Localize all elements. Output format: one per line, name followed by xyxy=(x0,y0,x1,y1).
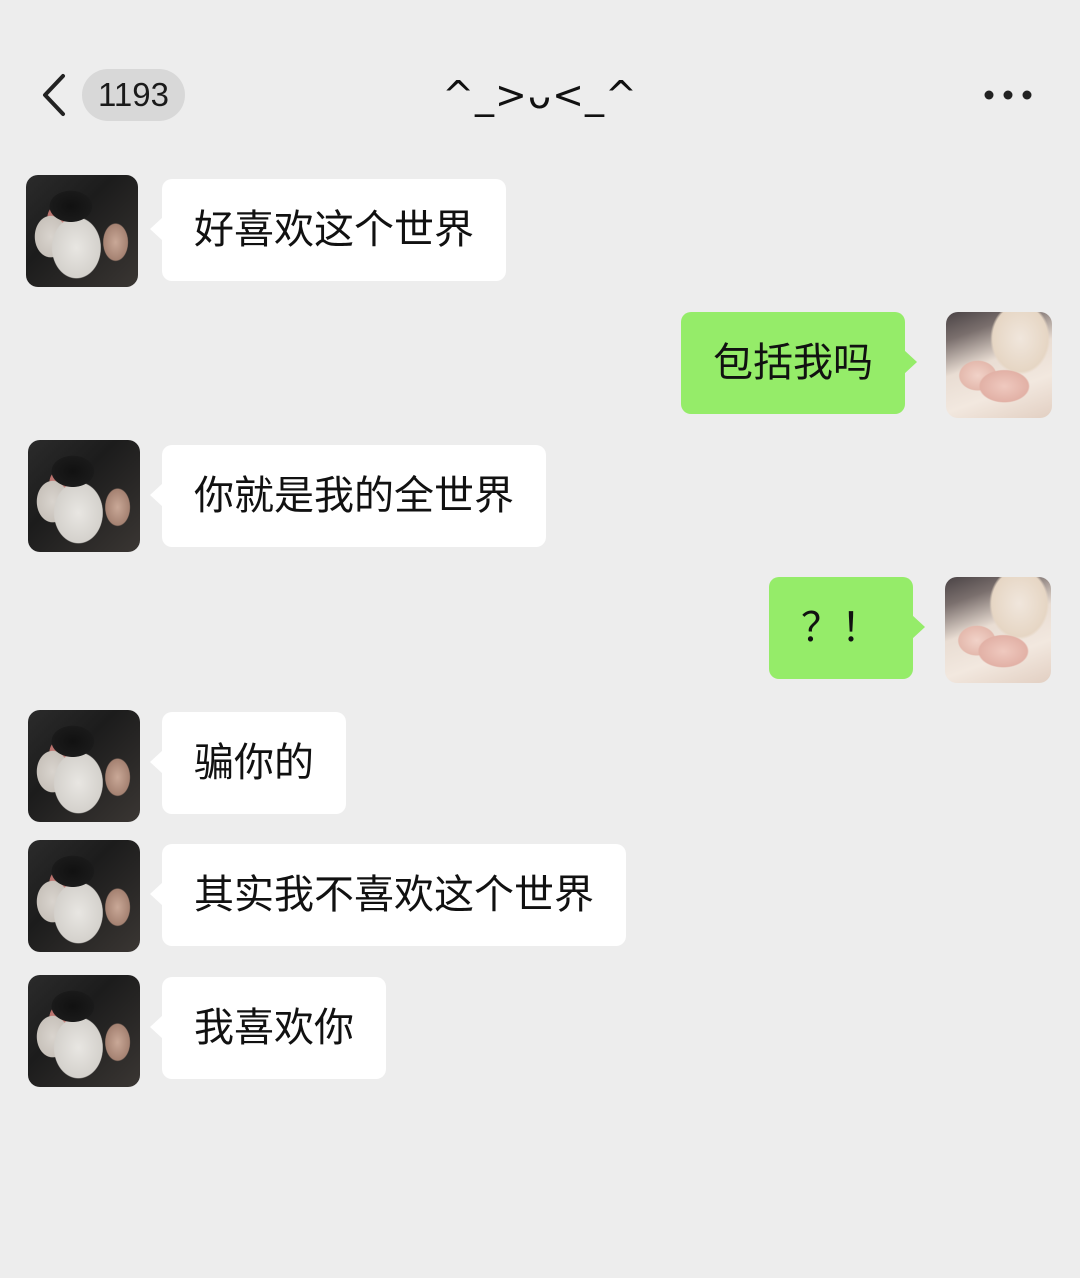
message-bubble[interactable]: 你就是我的全世界 xyxy=(150,445,546,547)
more-button[interactable] xyxy=(978,80,1038,110)
unread-count-badge[interactable]: 1193 xyxy=(82,69,185,121)
message-row-outgoing: 包括我吗 xyxy=(0,312,1080,418)
message-row-outgoing: ？！ xyxy=(0,577,1080,683)
message-row-incoming: 好喜欢这个世界 xyxy=(0,175,1080,287)
message-bubble[interactable]: 其实我不喜欢这个世界 xyxy=(150,844,626,946)
message-bubble[interactable]: 包括我吗 xyxy=(681,312,917,414)
my-avatar[interactable] xyxy=(946,312,1052,418)
contact-avatar[interactable] xyxy=(28,840,140,952)
message-bubble[interactable]: 我喜欢你 xyxy=(150,977,386,1079)
contact-avatar[interactable] xyxy=(28,975,140,1087)
message-bubble[interactable]: 好喜欢这个世界 xyxy=(150,179,506,281)
contact-avatar[interactable] xyxy=(28,440,140,552)
contact-avatar[interactable] xyxy=(28,710,140,822)
message-row-incoming: 骗你的 xyxy=(0,710,1080,822)
back-button[interactable] xyxy=(34,68,74,122)
message-row-incoming: 我喜欢你 xyxy=(0,975,1080,1087)
contact-avatar[interactable] xyxy=(26,175,138,287)
chevron-left-icon xyxy=(43,74,65,116)
chat-title: ^_>ᴗ<_^ xyxy=(442,73,638,117)
message-bubble[interactable]: 骗你的 xyxy=(150,712,346,814)
chat-screen: 1193 ^_>ᴗ<_^ 好喜欢这个世界 包括我吗 你就是我的全世界 ？！ 骗你… xyxy=(0,0,1080,1278)
message-row-incoming: 你就是我的全世界 xyxy=(0,440,1080,552)
chat-header: 1193 ^_>ᴗ<_^ xyxy=(0,0,1080,155)
my-avatar[interactable] xyxy=(945,577,1051,683)
message-row-incoming: 其实我不喜欢这个世界 xyxy=(0,840,1080,952)
more-dots-icon xyxy=(984,90,1032,100)
message-bubble[interactable]: ？！ xyxy=(769,577,925,679)
